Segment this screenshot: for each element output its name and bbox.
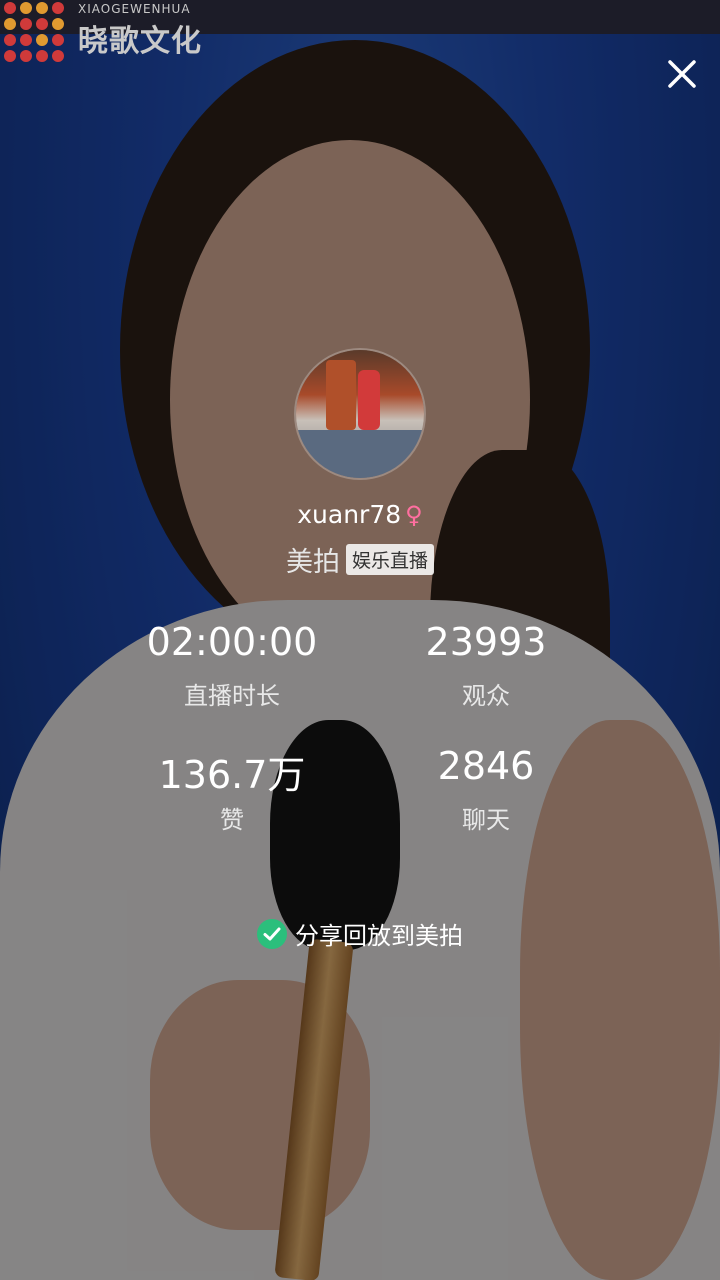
watermark-logo: XIAOGEWENHUA 晓歌文化: [0, 0, 220, 72]
share-replay-toggle[interactable]: 分享回放到美拍: [0, 916, 720, 951]
chats-value: 2846: [437, 744, 535, 788]
chats-label: 聊天: [462, 806, 510, 834]
avatar[interactable]: [296, 350, 424, 478]
username-row: xuanr78 ♀: [0, 500, 720, 529]
viewers-value: 23993: [425, 620, 547, 664]
close-button[interactable]: [660, 52, 704, 96]
platform-name: 美拍: [285, 547, 340, 578]
female-gender-icon: ♀: [405, 501, 423, 529]
category-badge: 娱乐直播: [345, 544, 434, 575]
source-row: 美拍 娱乐直播: [0, 540, 720, 579]
checkmark-icon[interactable]: [257, 918, 287, 949]
logo-text-en: XIAOGEWENHUA: [78, 2, 191, 16]
share-replay-label: 分享回放到美拍: [295, 922, 463, 950]
viewers-label: 观众: [462, 682, 510, 710]
username[interactable]: xuanr78: [297, 500, 401, 529]
logo-text-cn: 晓歌文化: [78, 24, 202, 59]
close-icon: [668, 60, 696, 88]
